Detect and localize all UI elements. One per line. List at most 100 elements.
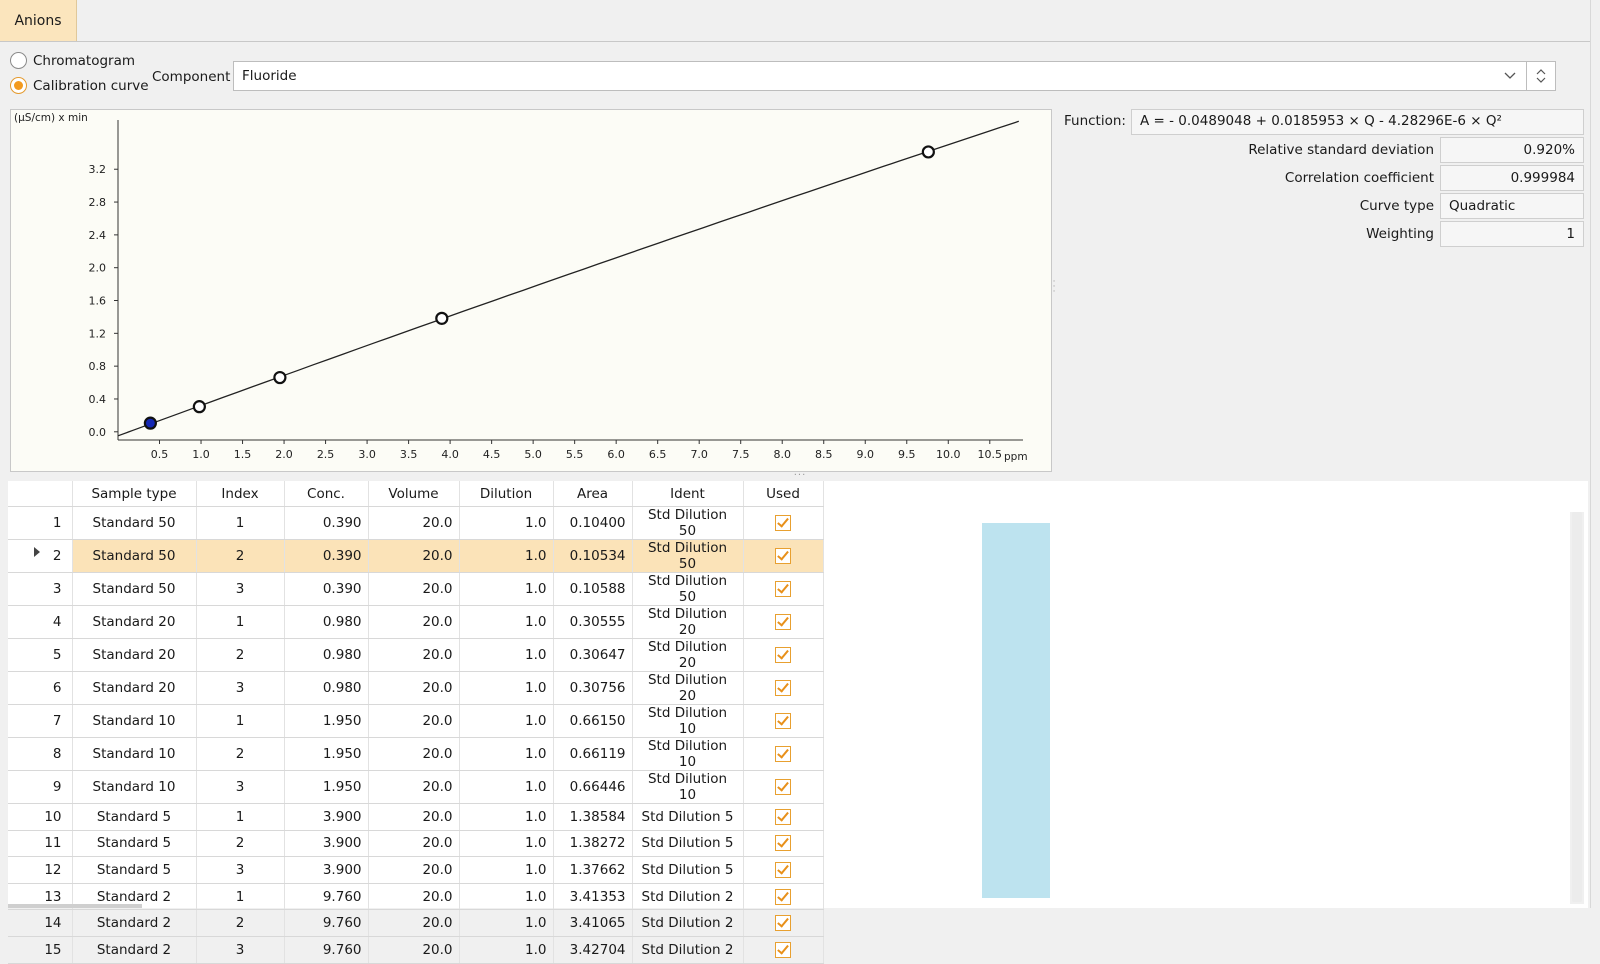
calibration-point[interactable]	[921, 145, 935, 159]
checkbox-checked-icon[interactable]	[775, 808, 791, 825]
cell-dil[interactable]: 1.0	[459, 803, 554, 831]
cell-ident[interactable]: Std Dilution 5	[632, 856, 744, 884]
cell-area[interactable]: 0.66446	[553, 770, 633, 804]
cell-dil[interactable]: 1.0	[459, 506, 554, 540]
table-row[interactable]: 7 Standard 10 1 1.950 20.0 1.0 0.66150 Std Dilu…	[8, 704, 824, 738]
cell-conc[interactable]: 1.950	[284, 737, 369, 771]
calibration-point[interactable]	[435, 311, 449, 325]
table-row[interactable]: 14 Standard 2 2 9.760 20.0 1.0 3.41065 Std Dilu…	[8, 909, 824, 937]
cell-area[interactable]: 0.66150	[553, 704, 633, 738]
cell-used[interactable]	[743, 638, 824, 672]
table-row[interactable]: 5 Standard 20 2 0.980 20.0 1.0 0.30647 Std Dilu…	[8, 638, 824, 672]
cell-ident[interactable]: Std Dilution 50	[632, 506, 744, 540]
cell-vol[interactable]: 20.0	[368, 539, 460, 573]
cell-ident[interactable]: Std Dilution 5	[632, 830, 744, 858]
cell-ident[interactable]: Std Dilution 2	[632, 883, 744, 911]
cell-area[interactable]: 1.37662	[553, 856, 633, 884]
cell-vol[interactable]: 20.0	[368, 638, 460, 672]
calibration-point[interactable]	[192, 400, 206, 414]
cell-index[interactable]: 1	[196, 704, 285, 738]
cell-index[interactable]: 3	[196, 572, 285, 606]
table-row[interactable]: 8 Standard 10 2 1.950 20.0 1.0 0.66119 Std Dilu…	[8, 737, 824, 771]
table-row[interactable]: 6 Standard 20 3 0.980 20.0 1.0 0.30756 Std Dilu…	[8, 671, 824, 705]
cell-conc[interactable]: 0.390	[284, 506, 369, 540]
cell-area[interactable]: 0.30555	[553, 605, 633, 639]
cell-ident[interactable]: Std Dilution 10	[632, 737, 744, 771]
checkbox-checked-icon[interactable]	[775, 647, 791, 663]
cell-used[interactable]	[743, 803, 824, 831]
cell-used[interactable]	[743, 605, 824, 639]
cell-ident[interactable]: Std Dilution 5	[632, 803, 744, 831]
cell-dil[interactable]: 1.0	[459, 704, 554, 738]
checkbox-checked-icon[interactable]	[775, 779, 791, 795]
vertical-splitter-handle[interactable]: · · ·	[1052, 278, 1056, 298]
cell-area[interactable]: 3.42704	[553, 936, 633, 964]
cell-conc[interactable]: 9.760	[284, 883, 369, 911]
column-header[interactable]: Volume	[368, 481, 460, 507]
cell-area[interactable]: 0.30756	[553, 671, 633, 705]
checkbox-checked-icon[interactable]	[775, 680, 791, 696]
cell-ident[interactable]: Std Dilution 50	[632, 572, 744, 606]
cell-dil[interactable]: 1.0	[459, 856, 554, 884]
radio-chromatogram[interactable]: Chromatogram	[10, 52, 135, 69]
cell-conc[interactable]: 9.760	[284, 909, 369, 937]
row-number[interactable]: 14	[8, 909, 73, 937]
row-number[interactable]: 7	[8, 704, 73, 738]
column-header[interactable]: Used	[743, 481, 824, 507]
cell-index[interactable]: 2	[196, 737, 285, 771]
cell-index[interactable]: 1	[196, 803, 285, 831]
cell-used[interactable]	[743, 830, 824, 858]
cell-vol[interactable]: 20.0	[368, 770, 460, 804]
table-row[interactable]: 2 Standard 50 2 0.390 20.0 1.0 0.10534 Std Dilu…	[8, 539, 824, 573]
checkbox-checked-icon[interactable]	[775, 515, 791, 531]
cell-conc[interactable]: 0.390	[284, 572, 369, 606]
cell-type[interactable]: Standard 20	[72, 671, 197, 705]
cell-type[interactable]: Standard 5	[72, 830, 197, 858]
column-header[interactable]: Dilution	[459, 481, 554, 507]
column-header[interactable]: Index	[196, 481, 285, 507]
cell-vol[interactable]: 20.0	[368, 830, 460, 858]
cell-dil[interactable]: 1.0	[459, 883, 554, 911]
cell-type[interactable]: Standard 20	[72, 605, 197, 639]
cell-used[interactable]	[743, 704, 824, 738]
checkbox-checked-icon[interactable]	[775, 861, 791, 878]
cell-conc[interactable]: 0.980	[284, 638, 369, 672]
cell-index[interactable]: 2	[196, 638, 285, 672]
cell-used[interactable]	[743, 770, 824, 804]
column-header[interactable]: Area	[553, 481, 633, 507]
table-row[interactable]: 12 Standard 5 3 3.900 20.0 1.0 1.37662 Std Dilu…	[8, 856, 824, 884]
checkbox-checked-icon[interactable]	[775, 614, 791, 630]
radio-button[interactable]	[10, 77, 27, 94]
checkbox-checked-icon[interactable]	[775, 548, 791, 564]
cell-vol[interactable]: 20.0	[368, 572, 460, 606]
cell-dil[interactable]: 1.0	[459, 770, 554, 804]
cell-type[interactable]: Standard 50	[72, 572, 197, 606]
table-row[interactable]: 4 Standard 20 1 0.980 20.0 1.0 0.30555 Std Dilu…	[8, 605, 824, 639]
cell-dil[interactable]: 1.0	[459, 737, 554, 771]
cell-dil[interactable]: 1.0	[459, 936, 554, 964]
cell-vol[interactable]: 20.0	[368, 737, 460, 771]
cell-area[interactable]: 1.38584	[553, 803, 633, 831]
cell-ident[interactable]: Std Dilution 2	[632, 936, 744, 964]
scrollbar-thumb[interactable]	[1572, 512, 1582, 902]
cell-type[interactable]: Standard 50	[72, 506, 197, 540]
cell-index[interactable]: 2	[196, 830, 285, 858]
cell-area[interactable]: 1.38272	[553, 830, 633, 858]
cell-vol[interactable]: 20.0	[368, 803, 460, 831]
cell-index[interactable]: 3	[196, 856, 285, 884]
cell-type[interactable]: Standard 5	[72, 856, 197, 884]
cell-conc[interactable]: 0.980	[284, 605, 369, 639]
cell-index[interactable]: 1	[196, 883, 285, 911]
table-row[interactable]: 3 Standard 50 3 0.390 20.0 1.0 0.10588 Std Dilu…	[8, 572, 824, 606]
cell-index[interactable]: 3	[196, 671, 285, 705]
cell-type[interactable]: Standard 10	[72, 704, 197, 738]
column-header[interactable]: Sample type	[72, 481, 197, 507]
cell-index[interactable]: 1	[196, 605, 285, 639]
row-number[interactable]: 15	[8, 936, 73, 964]
checkbox-checked-icon[interactable]	[775, 835, 791, 852]
radio-button[interactable]	[10, 52, 27, 69]
cell-type[interactable]: Standard 2	[72, 909, 197, 937]
cell-vol[interactable]: 20.0	[368, 506, 460, 540]
row-number[interactable]: 3	[8, 572, 73, 606]
radio-calibration-curve[interactable]: Calibration curve	[10, 77, 149, 94]
